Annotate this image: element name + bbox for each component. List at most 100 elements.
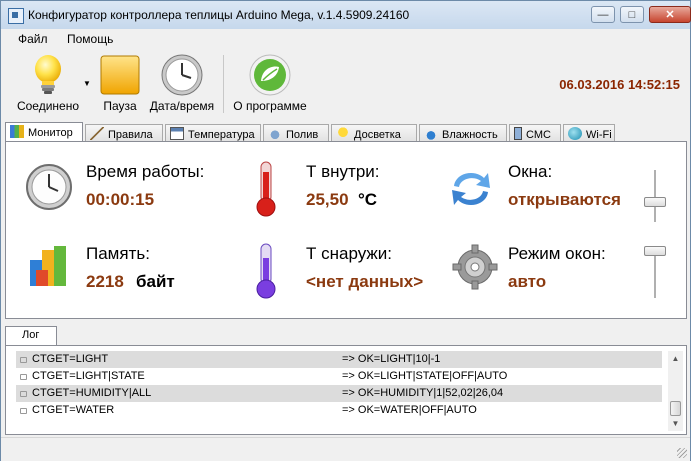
phone-icon — [514, 127, 522, 140]
windows-value: открываются — [508, 190, 621, 209]
log-response: => OK=WATER|OFF|AUTO — [342, 404, 477, 416]
datetime-button-label: Дата/время — [149, 99, 215, 113]
log-response: => OK=LIGHT|10|-1 — [342, 353, 441, 365]
maximize-button[interactable]: □ — [620, 6, 644, 23]
toolbar: Соединено ▼ Пауза Дата/время О программе… — [1, 49, 690, 119]
status-bar — [1, 437, 690, 461]
clock-icon — [160, 53, 204, 97]
resize-grip-icon[interactable] — [677, 448, 687, 458]
log-row[interactable]: CTGET=LIGHT|STATE => OK=LIGHT|STATE|OFF|A… — [16, 368, 662, 385]
connect-button[interactable]: Соединено — [15, 53, 81, 113]
scroll-thumb[interactable] — [670, 401, 681, 416]
tab-humidity-label: Влажность — [442, 129, 498, 141]
row-marker-icon — [20, 357, 27, 363]
tab-wifi-label: Wi-Fi — [586, 129, 612, 141]
window-mode-slider[interactable] — [644, 242, 666, 302]
memory-unit: байт — [136, 272, 175, 291]
log-scrollbar[interactable]: ▲ ▼ — [668, 351, 683, 431]
tab-temperature[interactable]: Температура — [165, 124, 261, 142]
memory-label: Память: — [86, 244, 150, 263]
window-mode-value: авто — [508, 272, 547, 291]
refresh-arrows-icon — [446, 164, 496, 214]
app-icon — [8, 8, 24, 24]
about-button[interactable]: О программе — [231, 53, 309, 113]
slider-track — [654, 170, 657, 222]
scroll-down-arrow-icon[interactable]: ▼ — [668, 416, 683, 431]
leaf-icon — [248, 53, 292, 97]
lightbulb-icon — [26, 53, 70, 97]
tab-sms-label: СМС — [526, 129, 551, 141]
menu-bar: Файл Помощь — [1, 29, 690, 49]
monitor-panel: Время работы: 00:00:15 Т внутри: 25,50 °… — [5, 141, 687, 319]
drop-icon — [424, 127, 438, 140]
watering-can-icon — [268, 127, 282, 140]
current-datetime: 06.03.2016 14:52:15 — [559, 77, 680, 92]
calendar-icon — [170, 127, 184, 140]
window-title: Конфигуратор контроллера теплицы Arduino… — [28, 8, 410, 22]
log-response: => OK=HUMIDITY|1|52,02|26,04 — [342, 387, 504, 399]
monitor-icon — [10, 125, 24, 138]
pause-button[interactable]: Пауза — [97, 53, 143, 113]
log-row[interactable]: CTGET=LIGHT => OK=LIGHT|10|-1 — [16, 351, 662, 368]
tab-wifi[interactable]: Wi-Fi — [563, 124, 615, 142]
tab-monitor[interactable]: Монитор — [5, 122, 83, 143]
pause-button-label: Пауза — [103, 99, 137, 113]
row-marker-icon — [20, 391, 27, 397]
bulb-icon — [336, 127, 350, 140]
uptime-label: Время работы: — [86, 162, 205, 181]
window-mode-label: Режим окон: — [508, 244, 606, 263]
tab-rules[interactable]: Правила — [85, 124, 163, 142]
wand-icon — [90, 127, 104, 140]
log-row[interactable]: CTGET=WATER => OK=WATER|OFF|AUTO — [16, 402, 662, 419]
log-panel: ▲ ▼ CTGET=LIGHT => OK=LIGHT|10|-1 CTGET=LI… — [5, 345, 687, 435]
tab-sms[interactable]: СМС — [509, 124, 561, 142]
close-button[interactable]: ✕ — [649, 6, 691, 23]
log-command: CTGET=HUMIDITY|ALL — [32, 387, 152, 399]
gear-icon — [450, 242, 500, 292]
tab-watering-label: Полив — [286, 129, 319, 141]
title-bar: Конфигуратор контроллера теплицы Arduino… — [1, 1, 691, 29]
thermometer-cold-icon — [254, 242, 278, 300]
log-row[interactable]: CTGET=HUMIDITY|ALL => OK=HUMIDITY|1|52,02… — [16, 385, 662, 402]
slider-thumb[interactable] — [644, 197, 666, 208]
tab-lighting-label: Досветка — [354, 129, 401, 141]
bar-chart-icon — [26, 240, 76, 290]
tab-temperature-label: Температура — [188, 129, 255, 141]
slider-thumb[interactable] — [644, 246, 666, 256]
tab-humidity[interactable]: Влажность — [419, 124, 507, 142]
dropdown-arrow-icon[interactable]: ▼ — [83, 79, 91, 88]
tab-log-label: Лог — [22, 329, 40, 341]
pause-square-icon — [98, 53, 142, 97]
log-command: CTGET=LIGHT|STATE — [32, 370, 145, 382]
tab-log[interactable]: Лог — [5, 326, 57, 347]
temp-inside-value: 25,50 — [306, 190, 349, 209]
log-command: CTGET=WATER — [32, 404, 115, 416]
app-window: Конфигуратор контроллера теплицы Arduino… — [0, 0, 691, 461]
tab-monitor-label: Монитор — [28, 127, 73, 139]
tab-lighting[interactable]: Досветка — [331, 124, 417, 142]
minimize-button[interactable]: — — [591, 6, 615, 23]
globe-icon — [568, 127, 582, 140]
log-command: CTGET=LIGHT — [32, 353, 109, 365]
temp-outside-label: Т снаружи: — [306, 244, 392, 263]
tab-watering[interactable]: Полив — [263, 124, 329, 142]
scroll-up-arrow-icon[interactable]: ▲ — [668, 351, 683, 366]
connect-button-label: Соединено — [16, 99, 80, 113]
memory-value: 2218 — [86, 272, 124, 291]
windows-slider[interactable] — [644, 166, 666, 226]
tab-rules-label: Правила — [108, 129, 153, 141]
windows-label: Окна: — [508, 162, 553, 181]
row-marker-icon — [20, 374, 27, 380]
temp-inside-label: Т внутри: — [306, 162, 380, 181]
uptime-value: 00:00:15 — [86, 190, 155, 209]
toolbar-separator — [223, 55, 224, 113]
log-response: => OK=LIGHT|STATE|OFF|AUTO — [342, 370, 508, 382]
temp-outside-value: <нет данных> — [306, 272, 424, 291]
datetime-button[interactable]: Дата/время — [148, 53, 216, 113]
row-marker-icon — [20, 408, 27, 414]
temp-inside-unit: °C — [358, 190, 378, 209]
menu-file[interactable]: Файл — [18, 32, 48, 46]
clock-icon — [24, 162, 74, 212]
about-button-label: О программе — [233, 99, 307, 113]
menu-help[interactable]: Помощь — [67, 32, 113, 46]
